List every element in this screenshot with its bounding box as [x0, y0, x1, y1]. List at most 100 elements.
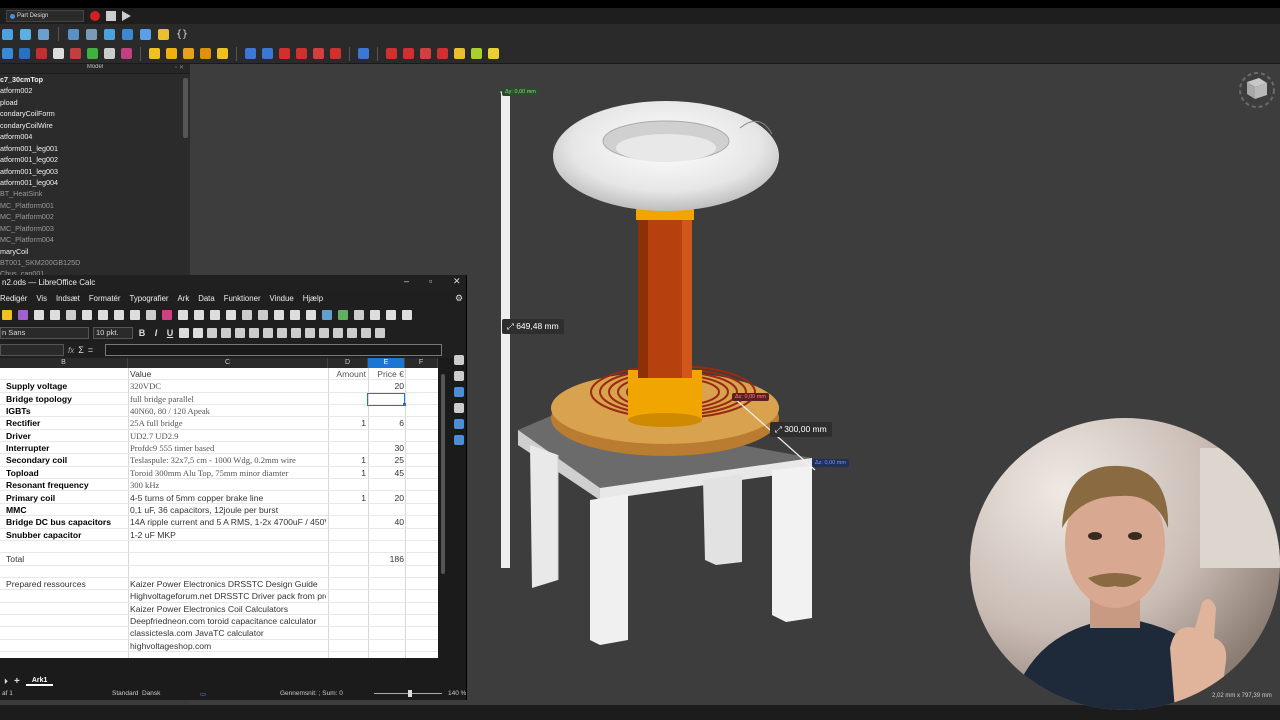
involute-gear-icon[interactable]	[488, 48, 499, 59]
cell[interactable]: highvoltageshop.com	[130, 640, 326, 652]
menu-item[interactable]: Formatér	[89, 294, 121, 303]
cell[interactable]: 1	[329, 492, 366, 504]
currency-icon[interactable]	[347, 328, 357, 338]
cell[interactable]: Highvoltageforum.net DRSSTC Driver pack …	[130, 590, 326, 602]
column-header-b[interactable]: B	[0, 358, 128, 368]
cell[interactable]: IGBTs	[6, 405, 127, 417]
save-icon[interactable]	[18, 310, 28, 320]
cell[interactable]: Amount	[329, 368, 366, 380]
cell[interactable]: 300 kHz	[130, 479, 326, 491]
cell[interactable]: Prepared ressources	[6, 578, 127, 590]
cell[interactable]: 14A ripple current and 5 A RMS, 1-2x 470…	[130, 516, 326, 528]
cell[interactable]: Supply voltage	[6, 380, 127, 392]
scrollbar-thumb[interactable]	[441, 374, 445, 574]
navigation-cube[interactable]	[1237, 68, 1277, 110]
fit-all-icon[interactable]	[20, 28, 31, 40]
autofilter-icon[interactable]	[306, 310, 316, 320]
styles-icon[interactable]	[454, 387, 464, 397]
cut-icon[interactable]	[98, 310, 108, 320]
number-format-icon[interactable]	[375, 328, 385, 338]
find-replace-icon[interactable]	[210, 310, 220, 320]
cell[interactable]: 45	[368, 467, 404, 479]
menu-item[interactable]: Ark	[178, 294, 190, 303]
cell[interactable]: 1	[329, 454, 366, 466]
navigator-icon[interactable]	[454, 419, 464, 429]
sheet-tab-ark1[interactable]: Ark1	[25, 677, 54, 686]
gallery-icon[interactable]	[454, 403, 464, 413]
column-header-c[interactable]: C	[128, 358, 328, 368]
cell[interactable]: 20	[368, 380, 404, 392]
cell[interactable]: Rectifier	[6, 417, 127, 429]
cell[interactable]: Topload	[6, 467, 127, 479]
cell[interactable]: 25A full bridge	[130, 417, 326, 429]
cell[interactable]: Teslaspule: 32x7,5 cm - 1000 Wdg, 0.2mm …	[130, 454, 326, 466]
tree-item[interactable]: BT_HeatSink	[0, 188, 190, 199]
menu-item[interactable]: Data	[198, 294, 214, 303]
align-center-icon[interactable]	[221, 328, 231, 338]
cell[interactable]	[368, 430, 404, 442]
menu-item[interactable]: Vis	[36, 294, 47, 303]
wrap-text-icon[interactable]	[249, 328, 259, 338]
cell[interactable]: 320VDC	[130, 380, 326, 392]
subtractive-pipe-icon[interactable]	[313, 48, 324, 59]
cell[interactable]: MMC	[6, 504, 127, 516]
cell[interactable]	[329, 430, 366, 442]
properties-icon[interactable]	[454, 371, 464, 381]
cell[interactable]: full bridge parallel	[130, 393, 326, 405]
cell[interactable]: 4-5 turns of 5mm copper brake line	[130, 492, 326, 504]
cell[interactable]: 0,1 uF, 36 capacitors, 12joule per burst	[130, 504, 326, 516]
language[interactable]: Dansk	[142, 690, 160, 697]
cell[interactable]: Primary coil	[6, 492, 127, 504]
border-style-icon[interactable]	[319, 328, 329, 338]
cell[interactable]: UD2.7 UD2.9	[130, 430, 326, 442]
function-wizard-icon[interactable]: fx	[68, 346, 74, 355]
vertical-scrollbar[interactable]	[439, 358, 447, 658]
select-icon[interactable]	[104, 28, 115, 40]
cell[interactable]: Snubber capacitor	[6, 529, 127, 541]
sort-desc-icon[interactable]	[290, 310, 300, 320]
clone-format-icon[interactable]	[146, 310, 156, 320]
selected-cell-outline[interactable]	[367, 392, 405, 406]
hyperlink-icon[interactable]	[386, 310, 396, 320]
undo-icon[interactable]	[178, 310, 188, 320]
run-macro-icon[interactable]	[122, 11, 131, 21]
cell[interactable]: Value	[130, 368, 326, 380]
subtractive-loft-icon[interactable]	[296, 48, 307, 59]
spreadsheet-grid[interactable]: B C D E F Value Amount Price € Supply volta…	[0, 358, 438, 658]
group-icon[interactable]	[140, 28, 151, 40]
tree-item[interactable]: MC_Platform001	[0, 200, 190, 211]
cell[interactable]: Resonant frequency	[6, 479, 127, 491]
cell[interactable]: Kaizer Power Electronics Coil Calculator…	[130, 603, 326, 615]
merge-cells-icon[interactable]	[333, 328, 343, 338]
align-right-icon[interactable]	[235, 328, 245, 338]
draw-style-icon[interactable]	[38, 28, 49, 40]
tree-item[interactable]: condaryCoilWire	[0, 120, 190, 131]
cell[interactable]: classictesla.com JavaTC calculator	[130, 627, 326, 639]
tree-item[interactable]: MC_Platform002	[0, 211, 190, 222]
datum-line-icon[interactable]	[70, 48, 81, 59]
align-middle-icon[interactable]	[277, 328, 287, 338]
cell[interactable]: 30	[368, 442, 404, 454]
cell[interactable]: 40N60, 80 / 120 Apeak	[130, 405, 326, 417]
cell[interactable]: Driver	[6, 430, 127, 442]
shape-binder-icon[interactable]	[121, 48, 132, 59]
formula-input[interactable]	[105, 344, 442, 356]
cell[interactable]	[329, 479, 366, 491]
column-header-e[interactable]: E	[368, 358, 405, 368]
cell[interactable]	[329, 516, 366, 528]
draft-icon[interactable]	[420, 48, 431, 59]
cell[interactable]: Deepfriedneon.com toroid capacitance cal…	[130, 615, 326, 627]
column-header-f[interactable]: F	[405, 358, 438, 368]
cell[interactable]	[329, 405, 366, 417]
link-icon[interactable]	[158, 28, 169, 40]
tree-item[interactable]: atform001_leg003	[0, 166, 190, 177]
cell[interactable]: 25	[368, 454, 404, 466]
fillet-icon[interactable]	[386, 48, 397, 59]
new-document-icon[interactable]	[2, 310, 12, 320]
font-color-icon[interactable]	[179, 328, 189, 338]
subtractive-primitive-icon[interactable]	[330, 48, 341, 59]
validate-sketch-icon[interactable]	[36, 48, 47, 59]
align-top-icon[interactable]	[263, 328, 273, 338]
sidebar-menu-icon[interactable]	[454, 355, 464, 365]
pocket-icon[interactable]	[245, 48, 256, 59]
